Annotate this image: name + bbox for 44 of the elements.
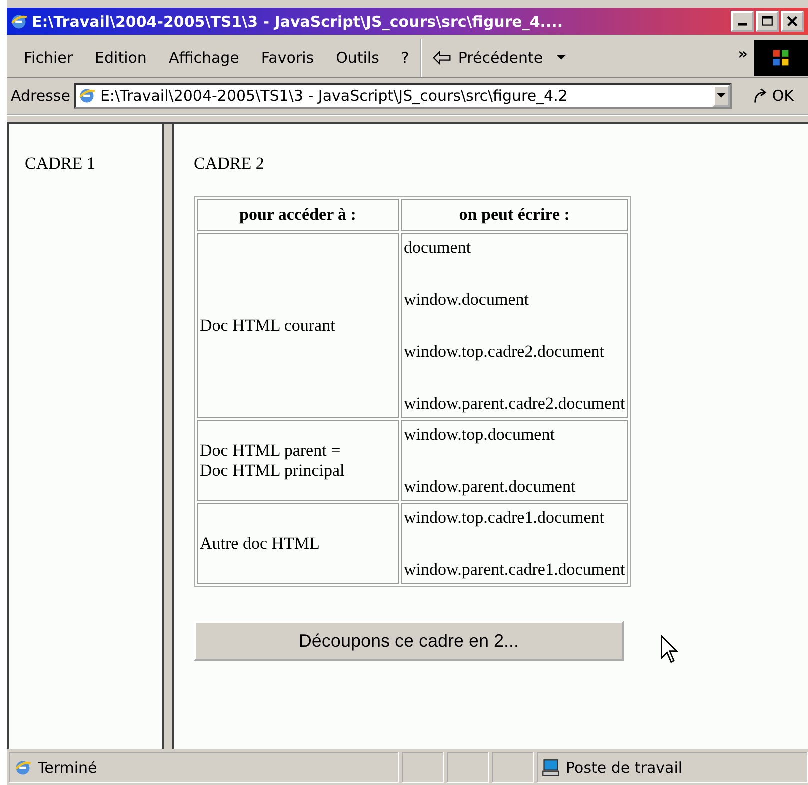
menu-item[interactable]: Edition — [84, 45, 158, 71]
zone-text: Poste de travail — [566, 758, 683, 776]
code-expression: window.top.cadre1.document — [404, 507, 606, 529]
code-expression: document — [404, 237, 472, 259]
column-header: on peut écrire : — [401, 199, 628, 231]
minimize-icon — [738, 23, 747, 26]
split-button[interactable]: Découpons ce cadre en 2... — [194, 621, 624, 661]
close-button[interactable] — [781, 11, 804, 32]
table-cell: Autre doc HTML — [197, 503, 399, 584]
left-arrow-icon — [432, 51, 452, 65]
maximize-button[interactable] — [756, 11, 779, 32]
address-label: Adresse — [11, 87, 70, 105]
column-header: pour accéder à : — [197, 199, 399, 231]
frame-title: CADRE 2 — [194, 154, 264, 173]
code-expression: window.document — [404, 289, 530, 311]
menu-item[interactable]: Affichage — [158, 45, 250, 71]
menu-item[interactable]: Fichier — [13, 45, 84, 71]
table-cell: Doc HTML courant — [197, 233, 399, 418]
code-expression: window.top.cadre2.document — [404, 341, 606, 363]
code-expression: window.parent.document — [404, 476, 577, 498]
code-expression: window.top.document — [404, 424, 556, 446]
maximize-icon — [761, 15, 774, 28]
mouse-pointer-icon — [660, 635, 680, 665]
browser-icon — [10, 12, 28, 30]
menu-item[interactable]: Favoris — [250, 45, 326, 71]
menu-item[interactable]: Outils — [325, 45, 390, 71]
code-expression: window.parent.cadre2.document — [404, 393, 626, 415]
code-expression: window.parent.cadre1.document — [404, 559, 626, 581]
window-title: E:\Travail\2004-2005\TS1\3 - JavaScript\JS_cours\src\figure_4.... — [32, 12, 564, 30]
status-text: Terminé — [38, 758, 98, 776]
address-field[interactable]: E:\Travail\2004-2005\TS1\3 - JavaScript\JS_cours\src\figure_4.2 — [74, 83, 732, 109]
back-button[interactable]: Précédente — [428, 45, 570, 71]
minimize-button[interactable] — [731, 11, 754, 32]
caret-icon — [557, 55, 566, 61]
computer-icon — [542, 758, 560, 776]
more-button[interactable]: » — [732, 39, 754, 69]
table-cell: Doc HTML parent = Doc HTML principal — [197, 420, 399, 501]
page-icon — [78, 87, 96, 105]
go-button[interactable]: OK — [736, 87, 808, 105]
frame-title: CADRE 1 — [25, 154, 96, 173]
close-icon — [786, 15, 799, 28]
page-icon — [14, 758, 32, 776]
dropdown-icon — [717, 93, 726, 99]
menu-item[interactable]: ? — [390, 45, 420, 71]
